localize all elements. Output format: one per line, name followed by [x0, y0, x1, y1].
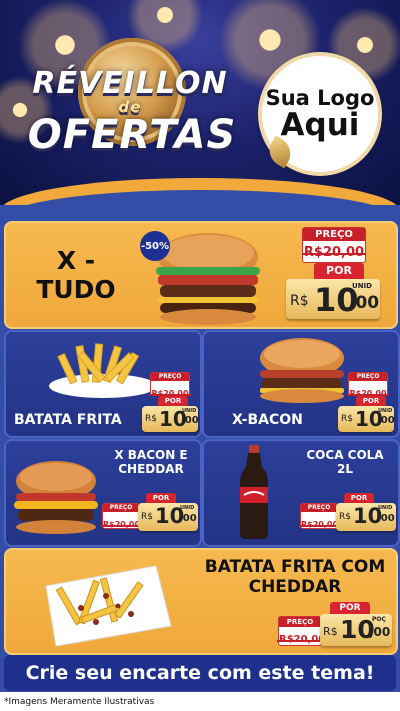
logo-line-2: Aqui	[280, 106, 360, 143]
cta-banner[interactable]: Crie seu encarte com este tema!	[4, 655, 396, 691]
por-label: POR	[158, 396, 188, 406]
product-name-line-2: CHEDDAR	[118, 461, 184, 476]
x-bacon-burger-image	[260, 338, 344, 403]
preco-label: PREÇO	[349, 373, 387, 381]
product-name: X BACON E CHEDDAR	[110, 448, 192, 477]
por-label: POR	[356, 396, 386, 406]
product-name-line-2: TUDO	[36, 274, 116, 304]
currency-symbol: R$	[341, 414, 353, 424]
currency-symbol: R$	[323, 625, 338, 638]
currency-symbol: R$	[145, 414, 157, 424]
product-name-line-1: COCA COLA	[306, 448, 384, 462]
price-unit: UNID	[352, 282, 372, 290]
preco-label: PREÇO	[151, 373, 189, 381]
price-cents: ,00	[369, 625, 391, 639]
old-price: R$20,00	[298, 518, 341, 532]
product-name-line-1: X BACON E	[114, 448, 188, 462]
offer-card-batata-cheddar[interactable]: BATATA FRITA COM CHEDDAR PREÇO R$20,00 P…	[4, 548, 398, 655]
discount-badge: -50%	[140, 231, 170, 261]
price-cents: ,00	[349, 293, 380, 313]
price-unit: POÇ	[372, 616, 386, 623]
hero-banner: RÉVEILLON de OFERTAS Sua Logo Aqui	[0, 0, 400, 205]
cheddar-fries-image	[45, 565, 172, 647]
logo-line-1: Sua Logo	[265, 85, 375, 110]
offer-card-batata-frita[interactable]: BATATA FRITA PREÇO R$20,00 POR R$ 10 ,00…	[4, 330, 202, 438]
product-name-line-1: X -	[56, 246, 96, 275]
featured-offer-card[interactable]: X - TUDO -50% PREÇO R$20,00 POR R$ 10 ,0…	[4, 221, 398, 329]
currency-symbol: R$	[141, 512, 153, 522]
product-name: BATATA FRITA	[14, 412, 122, 428]
french-fries-image	[49, 343, 157, 398]
new-price-tag: R$ 10 ,00 UNID	[138, 503, 198, 531]
price-unit: UNID	[378, 505, 393, 511]
old-price-tag: PREÇO R$20,00	[276, 616, 328, 648]
old-price: R$20,00	[100, 518, 143, 532]
offer-card-x-bacon-cheddar[interactable]: X BACON E CHEDDAR PREÇO R$20,00 POR R$ 1…	[4, 439, 202, 547]
old-price: R$20,00	[301, 243, 367, 263]
price-cents: ,00	[377, 415, 395, 426]
title-line-1: RÉVEILLON	[32, 66, 228, 101]
preco-label: PREÇO	[103, 504, 139, 512]
por-label: POR	[330, 602, 370, 614]
product-name-line-1: BATATA FRITA COM	[204, 557, 386, 577]
new-price-tag: R$ 10 ,00 UNID	[142, 406, 199, 432]
price-unit: UNID	[378, 408, 393, 414]
preco-label: PREÇO	[303, 228, 365, 241]
por-label: POR	[146, 493, 176, 503]
price-unit: UNID	[182, 408, 197, 414]
offer-card-x-bacon[interactable]: X-BACON PREÇO R$20,00 POR R$ 10 ,00 UNID	[202, 330, 400, 438]
title-line-3: OFERTAS	[27, 112, 237, 158]
price-cents: ,00	[181, 415, 199, 426]
product-name: BATATA FRITA COM CHEDDAR	[202, 557, 388, 597]
old-price-tag: PREÇO R$20,00	[298, 503, 341, 532]
old-price-tag: PREÇO R$20,00	[347, 372, 389, 398]
preco-label: PREÇO	[279, 617, 321, 627]
product-name: X - TUDO	[26, 246, 126, 305]
currency-symbol: R$	[339, 512, 351, 522]
x-bacon-cheddar-burger-image	[14, 461, 98, 534]
new-price-tag: R$ 10 ,00 UNID	[338, 406, 395, 432]
old-price-tag: PREÇO R$20,00	[301, 227, 367, 263]
product-name-line-2: 2L	[337, 461, 353, 476]
price-unit: UNID	[180, 505, 195, 511]
new-price-tag: R$ 10 ,00 UNID	[286, 279, 380, 319]
new-price-tag: R$ 10 ,00 POÇ	[320, 614, 392, 646]
old-price-tag: PREÇO R$20,00	[100, 503, 143, 532]
por-label: POR	[314, 263, 364, 279]
product-name-line-2: CHEDDAR	[248, 576, 342, 597]
preco-label: PREÇO	[301, 504, 337, 512]
por-label: POR	[344, 493, 374, 503]
old-price-tag: PREÇO R$20,00	[149, 372, 191, 398]
disclaimer-text: *Imagens Meramente Ilustrativas	[0, 692, 400, 711]
product-name: COCA COLA 2L	[300, 448, 390, 477]
product-name: X-BACON	[232, 412, 303, 428]
currency-symbol: R$	[290, 293, 309, 309]
old-price: R$20,00	[276, 632, 328, 648]
coca-cola-bottle-image	[240, 445, 268, 539]
new-price-tag: R$ 10 ,00 UNID	[336, 503, 396, 531]
offer-card-coca-cola[interactable]: COCA COLA 2L PREÇO R$20,00 POR R$ 10 ,00…	[202, 439, 400, 547]
price-cents: ,00	[179, 513, 197, 524]
price-cents: ,00	[377, 513, 395, 524]
